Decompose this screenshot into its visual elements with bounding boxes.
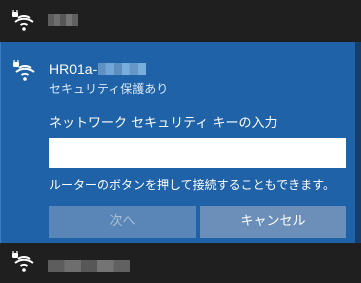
- wifi-secured-icon: [10, 251, 38, 275]
- router-button-hint: ルーターのボタンを押して接続することもできます。: [49, 178, 335, 192]
- cancel-button[interactable]: キャンセル: [200, 206, 346, 238]
- wifi-secured-icon: [11, 60, 39, 84]
- selected-network-panel: HR01a- セキュリティ保護あり ネットワーク セキュリティ キーの入力 ルー…: [0, 42, 361, 243]
- redacted-network-suffix: [98, 63, 146, 75]
- wifi-secured-icon: [10, 10, 38, 34]
- network-name: HR01a-: [49, 61, 98, 77]
- scroll-edge: [355, 42, 361, 243]
- redacted-network-name: [48, 260, 130, 272]
- redacted-network-name: [48, 14, 78, 26]
- security-key-input[interactable]: [49, 138, 346, 168]
- network-list-item-bottom[interactable]: [0, 243, 361, 283]
- next-button[interactable]: 次へ: [49, 206, 196, 238]
- security-key-label: ネットワーク セキュリティ キーの入力: [49, 116, 278, 131]
- network-list-item-top[interactable]: [0, 0, 361, 42]
- security-status-text: セキュリティ保護あり: [49, 82, 169, 96]
